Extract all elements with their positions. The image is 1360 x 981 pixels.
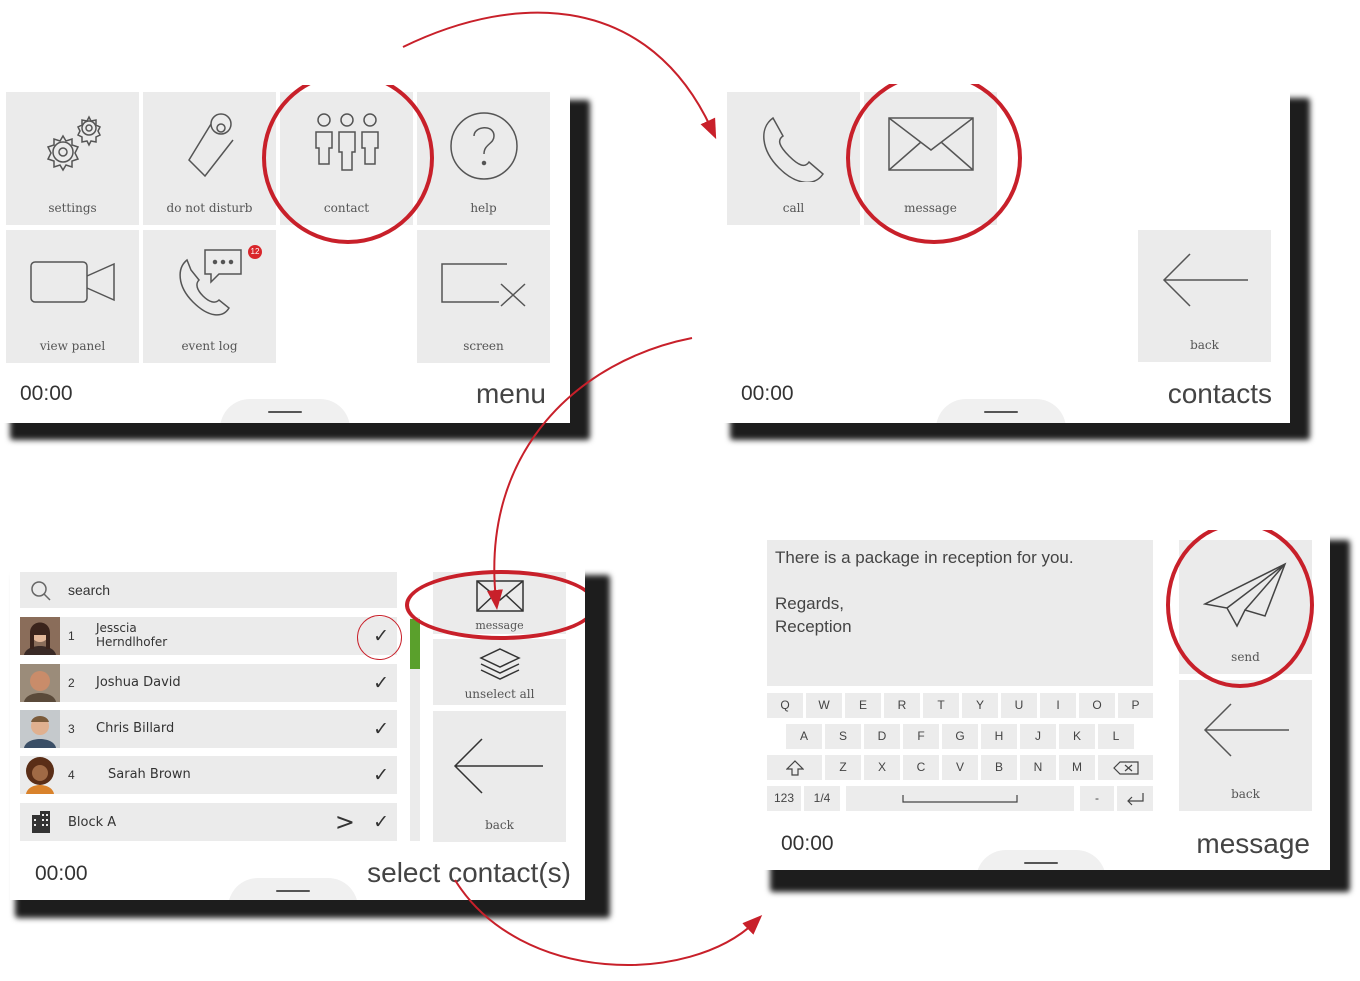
flow-arrow-menu-to-contacts — [402, 11, 717, 140]
flow-arrow-contacts-to-select — [486, 337, 693, 610]
flow-arrow-select-to-message — [454, 879, 763, 966]
flow-arrows — [402, 11, 763, 966]
